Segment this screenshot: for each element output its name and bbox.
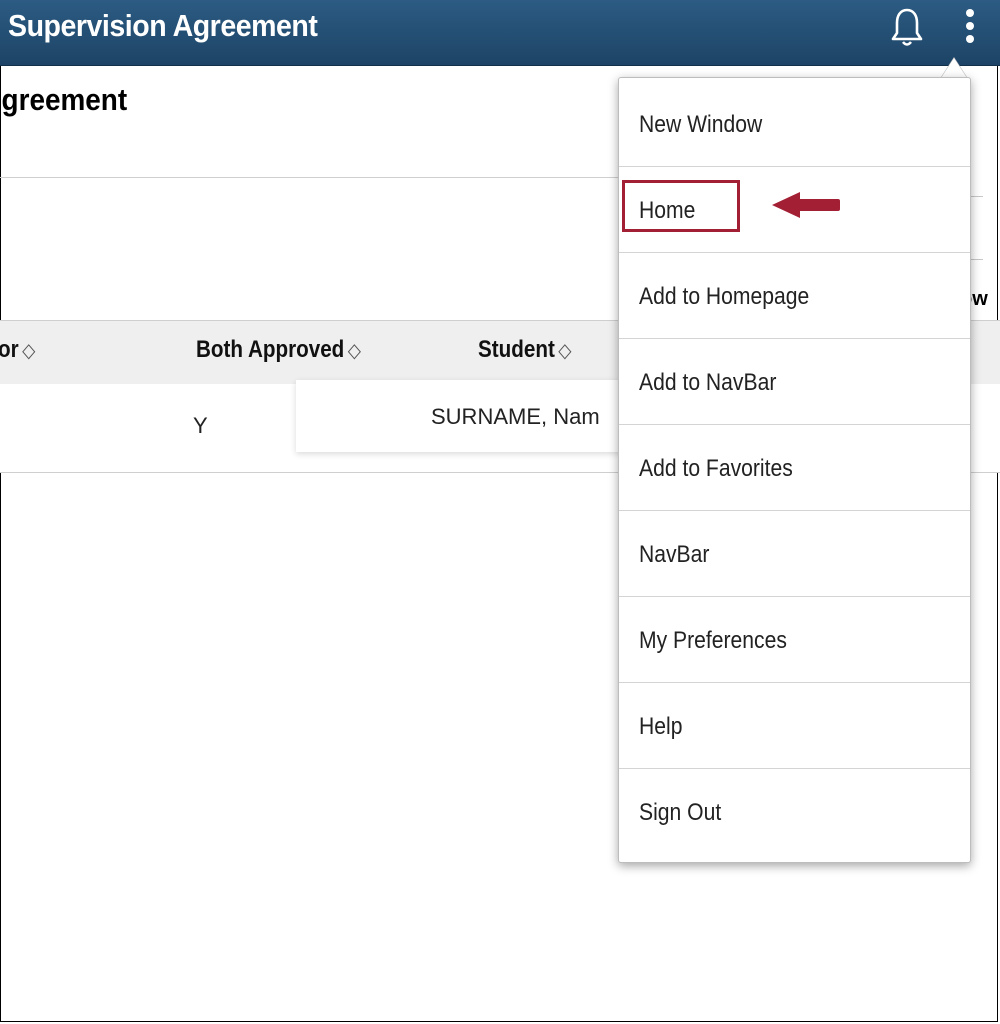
menu-item-sign-out[interactable]: Sign Out <box>619 769 970 855</box>
menu-item-label: NavBar <box>639 541 710 568</box>
menu-item-add-to-navbar[interactable]: Add to NavBar <box>619 339 970 425</box>
menu-item-label: Add to Homepage <box>639 283 810 310</box>
sort-icon[interactable]: ◇ <box>558 338 571 363</box>
arrow-icon <box>770 191 842 219</box>
menu-item-add-to-favorites[interactable]: Add to Favorites <box>619 425 970 511</box>
column-header-label: or <box>0 336 19 363</box>
menu-item-navbar[interactable]: NavBar <box>619 511 970 597</box>
menu-item-help[interactable]: Help <box>619 683 970 769</box>
menu-item-my-preferences[interactable]: My Preferences <box>619 597 970 683</box>
page-title-region: Supervision Agreement <box>0 0 600 170</box>
column-header-supervisor[interactable]: or ◇ <box>0 336 35 364</box>
cell-student: SURNAME, Nam <box>431 404 600 429</box>
menu-caret <box>941 58 967 78</box>
column-header-label: Student <box>478 336 555 363</box>
menu-item-add-to-homepage[interactable]: Add to Homepage <box>619 253 970 339</box>
page-title: Supervision Agreement <box>0 82 128 117</box>
menu-item-label: Help <box>639 713 683 740</box>
column-header-label: Both Approved <box>196 336 345 363</box>
menu-item-label: Add to Favorites <box>639 455 793 482</box>
home-highlight-box <box>622 180 740 232</box>
menu-item-label: New Window <box>639 111 763 138</box>
column-header-both-approved[interactable]: Both Approved ◇ <box>196 336 361 364</box>
menu-item-label: My Preferences <box>639 627 787 654</box>
kebab-menu-icon[interactable] <box>957 6 983 50</box>
menu-item-label: Add to NavBar <box>639 369 777 396</box>
cell-both-approved: Y <box>193 413 208 438</box>
menu-item-new-window[interactable]: New Window <box>619 81 970 167</box>
column-header-student[interactable]: Student ◇ <box>478 336 571 364</box>
sort-icon[interactable]: ◇ <box>348 338 361 363</box>
bell-icon[interactable] <box>890 6 924 48</box>
sort-icon[interactable]: ◇ <box>22 338 35 363</box>
menu-item-label: Sign Out <box>639 799 722 826</box>
divider <box>0 177 620 178</box>
